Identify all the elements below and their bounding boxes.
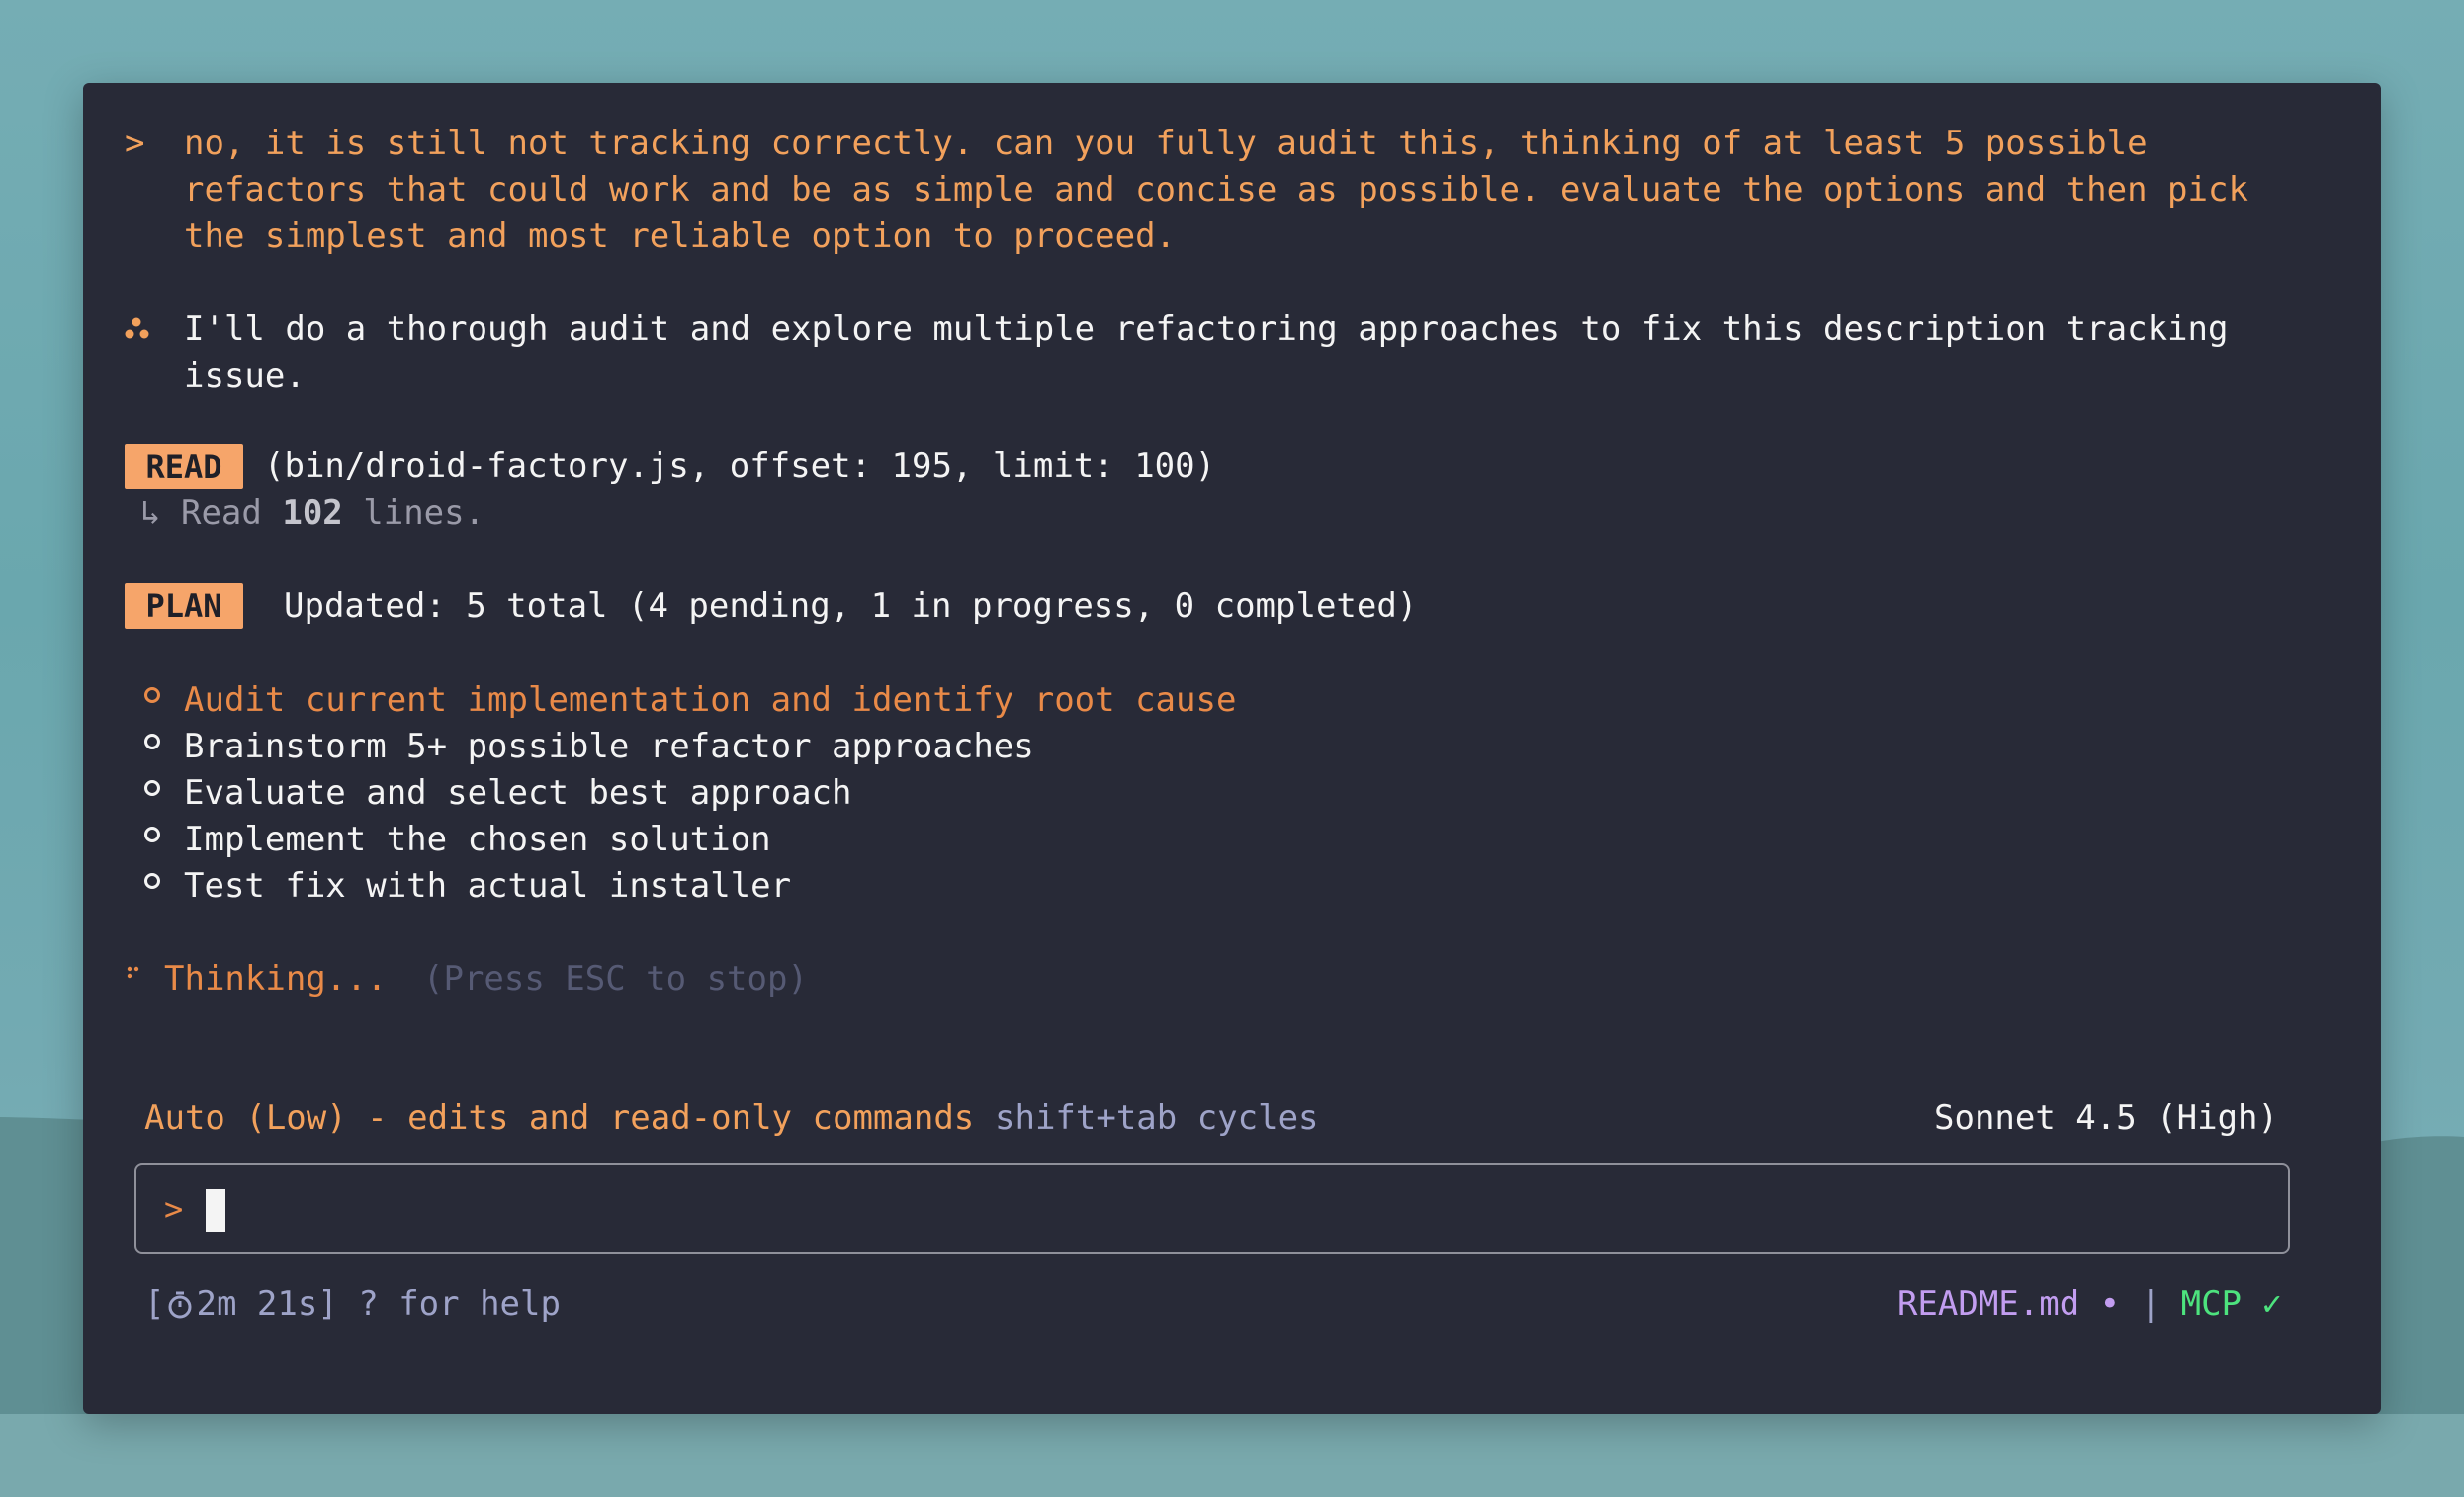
todo-pending-icon bbox=[144, 780, 160, 796]
todo-pending-icon bbox=[144, 827, 160, 842]
user-message-line-2: refactors that could work and be as simp… bbox=[184, 170, 2248, 210]
thinking-label: Thinking... bbox=[164, 959, 388, 999]
timer-bracket: [ bbox=[144, 1284, 165, 1324]
model-selector[interactable]: Sonnet 4.5 (High) bbox=[1934, 1096, 2278, 1142]
status-right: README.md • | MCP ✓ bbox=[1897, 1281, 2282, 1328]
timer-icon bbox=[168, 1291, 192, 1319]
plan-item-2: Brainstorm 5+ possible refactor approach… bbox=[184, 727, 1034, 766]
assistant-message-line-1: I'll do a thorough audit and explore mul… bbox=[184, 309, 2229, 349]
plan-item-3: Evaluate and select best approach bbox=[184, 773, 852, 813]
session-timer: [2m 21s] ? for help bbox=[144, 1281, 561, 1328]
result-arrow-icon: ↳ bbox=[140, 493, 161, 533]
spinner-icon bbox=[127, 966, 139, 979]
plan-item-1: Audit current implementation and identif… bbox=[184, 680, 1237, 720]
timer-value: 2m 21s] bbox=[196, 1284, 338, 1324]
prompt-input[interactable]: > bbox=[134, 1163, 2290, 1254]
input-prompt-symbol: > bbox=[164, 1190, 184, 1228]
mode-cycle-hint: shift+tab cycles bbox=[995, 1099, 1319, 1138]
status-separator: | bbox=[2140, 1284, 2161, 1324]
open-file[interactable]: README.md bbox=[1897, 1284, 2079, 1324]
text-cursor bbox=[206, 1189, 225, 1232]
read-tag: READ bbox=[125, 444, 243, 489]
user-message-line-1: no, it is still not tracking correctly. … bbox=[184, 124, 2148, 163]
plan-item-5: Test fix with actual installer bbox=[184, 866, 792, 906]
check-icon: ✓ bbox=[2261, 1284, 2282, 1324]
user-prompt-symbol: > bbox=[125, 124, 145, 163]
read-result-suffix: lines. bbox=[363, 493, 485, 533]
help-hint: ? for help bbox=[358, 1284, 561, 1324]
todo-pending-icon bbox=[144, 873, 160, 889]
read-result: ↳ Read 102 lines. bbox=[140, 490, 484, 537]
esc-hint: (Press ESC to stop) bbox=[423, 959, 808, 999]
todo-pending-icon bbox=[144, 734, 160, 749]
plan-summary: Updated: 5 total (4 pending, 1 in progre… bbox=[284, 586, 1418, 626]
modified-dot: • bbox=[2099, 1284, 2121, 1324]
user-message-line-3: the simplest and most reliable option to… bbox=[184, 217, 1177, 256]
autonomy-mode[interactable]: Auto (Low) - edits and read-only command… bbox=[144, 1096, 974, 1142]
assistant-message-line-2: issue. bbox=[184, 356, 306, 396]
plan-item-4: Implement the chosen solution bbox=[184, 820, 771, 859]
plan-tag: PLAN bbox=[125, 583, 243, 629]
assistant-dots-icon bbox=[125, 317, 149, 339]
todo-in-progress-icon bbox=[144, 687, 160, 703]
mcp-status[interactable]: MCP bbox=[2181, 1284, 2242, 1324]
read-result-count: 102 bbox=[282, 493, 343, 533]
terminal-window: > no, it is still not tracking correctly… bbox=[83, 83, 2381, 1414]
read-tool-args: (bin/droid-factory.js, offset: 195, limi… bbox=[264, 446, 1216, 485]
read-result-prefix: Read bbox=[180, 493, 262, 533]
